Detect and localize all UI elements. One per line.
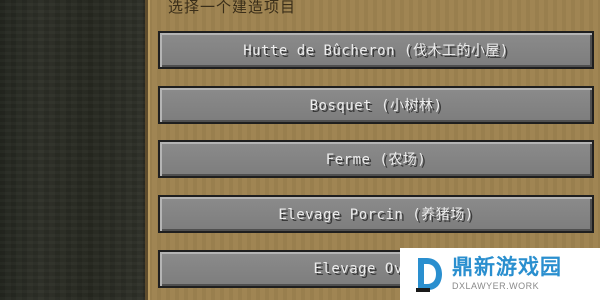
world-background (0, 0, 145, 300)
build-option-label: Bosquet (小树林) (309, 98, 443, 114)
build-option-label: Hutte de Bûcheron (伐木工的小屋) (243, 43, 509, 59)
build-option-lumberjack-hut[interactable]: Hutte de Bûcheron (伐木工的小屋) (158, 31, 594, 69)
build-option-pig-farm[interactable]: Elevage Porcin (养猪场) (158, 195, 594, 233)
watermark-text: 鼎新游戏园 DXLAWYER.WORK (452, 257, 562, 291)
build-option-grove[interactable]: Bosquet (小树林) (158, 86, 594, 124)
site-watermark: 鼎新游戏园 DXLAWYER.WORK (400, 248, 600, 300)
game-screen: 选择一个建造项目 Hutte de Bûcheron (伐木工的小屋) Bosq… (0, 0, 600, 300)
watermark-name: 鼎新游戏园 (452, 255, 562, 279)
build-option-label: Elevage Porcin (养猪场) (278, 207, 474, 223)
watermark-url: DXLAWYER.WORK (452, 281, 540, 291)
d-logo-icon (416, 258, 442, 292)
panel-title: 选择一个建造项目 (168, 0, 297, 16)
build-option-label: Ferme (农场) (325, 152, 427, 168)
build-option-farm[interactable]: Ferme (农场) (158, 140, 594, 178)
